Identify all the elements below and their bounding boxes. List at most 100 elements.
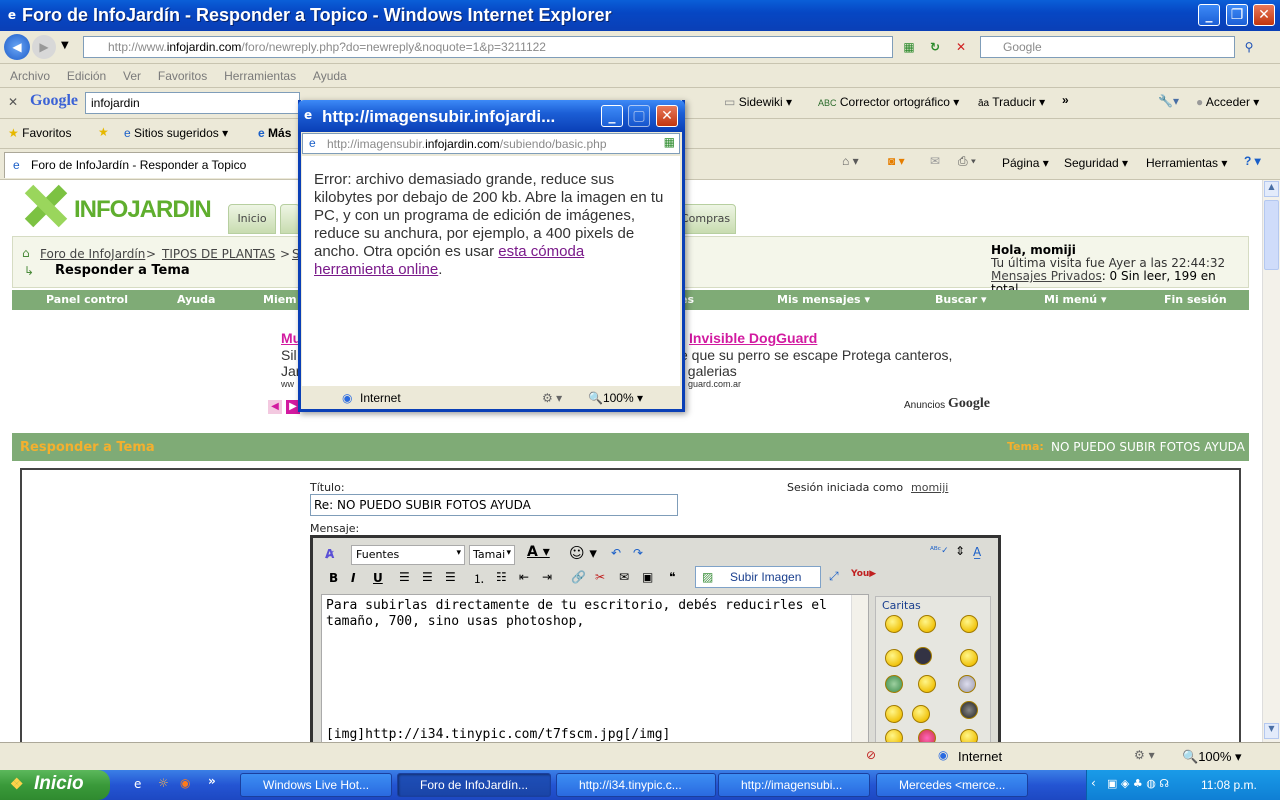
wrench-icon[interactable]: 🔧▾: [1158, 94, 1179, 108]
popup-compat-icon[interactable]: ▦: [664, 135, 675, 149]
feeds-icon[interactable]: ◙ ▾: [888, 154, 905, 168]
forward-button[interactable]: ▶: [32, 35, 56, 59]
task-windows-live[interactable]: Windows Live Hot...: [240, 773, 392, 797]
status-zoom[interactable]: 🔍100% ▾: [1182, 749, 1242, 765]
menu-favoritos[interactable]: Favoritos: [158, 69, 207, 83]
nav-buscar[interactable]: Buscar ▾: [935, 293, 987, 306]
popup-titlebar[interactable]: e http://imagensubir.infojardi... _ ▢ ✕: [298, 100, 685, 132]
insert-image-icon[interactable]: ▣: [642, 570, 653, 584]
quicklaunch-app-icon[interactable]: ☼: [158, 776, 169, 790]
smiley-icon[interactable]: [958, 675, 976, 693]
nav-ayuda[interactable]: Ayuda: [177, 293, 215, 306]
align-left-icon[interactable]: ☰: [399, 570, 410, 584]
text-color-icon[interactable]: A ▾: [527, 544, 550, 560]
nav-mis-mensajes[interactable]: Mis mensajes ▾: [777, 293, 870, 306]
smiley-icon[interactable]: [912, 705, 930, 723]
spellcheck-button[interactable]: ABC Corrector ortográfico ▾: [818, 95, 959, 109]
smiley-icon[interactable]: [918, 615, 936, 633]
tab-foro[interactable]: e Foro de InfoJardín - Responder a Topic…: [4, 152, 300, 178]
youtube-icon[interactable]: You▶: [851, 569, 876, 579]
popup-minimize-button[interactable]: _: [601, 105, 623, 127]
smilies-dropdown-icon[interactable]: ☺ ▾: [569, 544, 597, 562]
unlink-icon[interactable]: ✂: [595, 570, 605, 584]
smiley-icon[interactable]: [960, 729, 978, 742]
history-dropdown-icon[interactable]: ▼: [61, 40, 69, 51]
suggested-sites-button[interactable]: e Sitios sugeridos ▾: [124, 126, 228, 140]
scroll-up-button[interactable]: ▲: [1264, 181, 1279, 197]
close-window-button[interactable]: ✕: [1253, 4, 1275, 26]
bold-button[interactable]: B: [329, 571, 338, 585]
smiley-icon[interactable]: [885, 615, 903, 633]
ordered-list-icon[interactable]: ⒈: [473, 570, 485, 587]
ad-title-link[interactable]: Invisible DogGuard: [689, 330, 817, 346]
breadcrumb-tipos[interactable]: TIPOS DE PLANTAS: [162, 247, 275, 261]
menu-edicion[interactable]: Edición: [67, 69, 106, 83]
task-tinypic[interactable]: http://i34.tinypic.c...: [556, 773, 716, 797]
scroll-thumb[interactable]: [1264, 200, 1279, 270]
size-select[interactable]: Tamai ▾: [469, 545, 515, 565]
page-scrollbar[interactable]: ▲ ▼: [1262, 180, 1280, 742]
task-imagensubir[interactable]: http://imagensubi...: [718, 773, 870, 797]
back-button[interactable]: ◀: [4, 34, 30, 60]
outdent-icon[interactable]: ⇤: [519, 570, 529, 584]
private-messages-link[interactable]: Mensajes Privados: [991, 269, 1102, 283]
switch-mode-icon[interactable]: A̲: [973, 545, 981, 559]
titulo-input[interactable]: Re: NO PUEDO SUBIR FOTOS AYUDA: [310, 494, 678, 516]
stop-icon[interactable]: ✕: [952, 39, 970, 55]
quote-icon[interactable]: ❝: [669, 570, 675, 584]
popup-zoom[interactable]: 🔍100% ▾: [588, 391, 643, 405]
font-select[interactable]: Fuentes ▾: [351, 545, 465, 565]
menu-herramientas[interactable]: Herramientas: [224, 69, 296, 83]
translate-button[interactable]: āa Traducir ▾: [978, 95, 1045, 109]
mail-icon[interactable]: ✉: [930, 154, 940, 168]
subir-imagen-button[interactable]: ▨ Subir Imagen: [695, 566, 821, 588]
smiley-icon[interactable]: [885, 729, 903, 742]
minimize-button[interactable]: _: [1198, 4, 1220, 26]
remove-format-icon[interactable]: A̷: [325, 547, 334, 561]
popup-address-bar[interactable]: e http://imagensubir.infojardin.com/subi…: [302, 133, 680, 154]
smiley-icon[interactable]: [885, 649, 903, 667]
underline-button[interactable]: U: [373, 571, 383, 585]
nav-fin-sesion[interactable]: Fin sesión: [1164, 293, 1227, 306]
search-input[interactable]: Google: [980, 36, 1235, 58]
quicklaunch-ie-icon[interactable]: e: [134, 777, 141, 791]
more-tools-chevron[interactable]: »: [1062, 93, 1069, 107]
nav-panel-control[interactable]: Panel control: [46, 293, 128, 306]
expand-icon[interactable]: ⤢: [829, 569, 839, 584]
more-favorites-button[interactable]: e Más: [258, 126, 291, 140]
smiley-icon[interactable]: [885, 705, 903, 723]
google-search-input[interactable]: infojardin: [85, 92, 300, 114]
nav-tab-partial[interactable]: [280, 204, 300, 234]
smiley-icon[interactable]: [960, 649, 978, 667]
menu-ayuda[interactable]: Ayuda: [313, 69, 347, 83]
smiley-icon[interactable]: [918, 729, 936, 742]
seguridad-menu[interactable]: Seguridad ▾: [1064, 156, 1128, 170]
task-foro-infojardin[interactable]: Foro de InfoJardín...: [397, 773, 551, 797]
nav-tab-compras[interactable]: Compras: [680, 204, 736, 234]
favorites-button[interactable]: ★ Favoritos: [8, 126, 71, 140]
session-user-link[interactable]: momiji: [911, 481, 948, 494]
protected-mode-icon[interactable]: ⚙ ▾: [1134, 748, 1155, 762]
menu-archivo[interactable]: Archivo: [10, 69, 50, 83]
insert-link-icon[interactable]: 🔗: [571, 570, 586, 584]
tray-icons[interactable]: ▣ ◈ ♣ ◍ ☊: [1107, 777, 1169, 790]
refresh-icon[interactable]: ↻: [926, 39, 944, 55]
nav-mi-menu[interactable]: Mi menú ▾: [1044, 293, 1107, 306]
textarea-scrollbar[interactable]: [851, 595, 868, 742]
indent-icon[interactable]: ⇥: [542, 570, 552, 584]
popup-protected-icon[interactable]: ⚙ ▾: [542, 391, 562, 405]
smiley-icon[interactable]: [960, 701, 978, 719]
redo-icon[interactable]: ↷: [633, 546, 643, 560]
window-titlebar[interactable]: e Foro de InfoJardín - Responder a Topic…: [0, 0, 1280, 31]
email-link-icon[interactable]: ✉: [619, 570, 629, 584]
herramientas-menu[interactable]: Herramientas ▾: [1146, 156, 1227, 170]
pagina-menu[interactable]: Página ▾: [1002, 156, 1049, 170]
acceder-button[interactable]: ● Acceder ▾: [1196, 95, 1259, 109]
smiley-icon[interactable]: [918, 675, 936, 693]
start-button[interactable]: ❖ Inicio: [0, 770, 110, 800]
print-icon[interactable]: ⎙ ▾: [958, 154, 976, 169]
task-mercedes[interactable]: Mercedes <merce...: [876, 773, 1028, 797]
spellcheck-icon[interactable]: ᴬᴮᶜ✓: [930, 546, 949, 556]
address-input[interactable]: http://www.infojardin.com/foro/newreply.…: [83, 36, 893, 58]
menu-ver[interactable]: Ver: [123, 69, 141, 83]
